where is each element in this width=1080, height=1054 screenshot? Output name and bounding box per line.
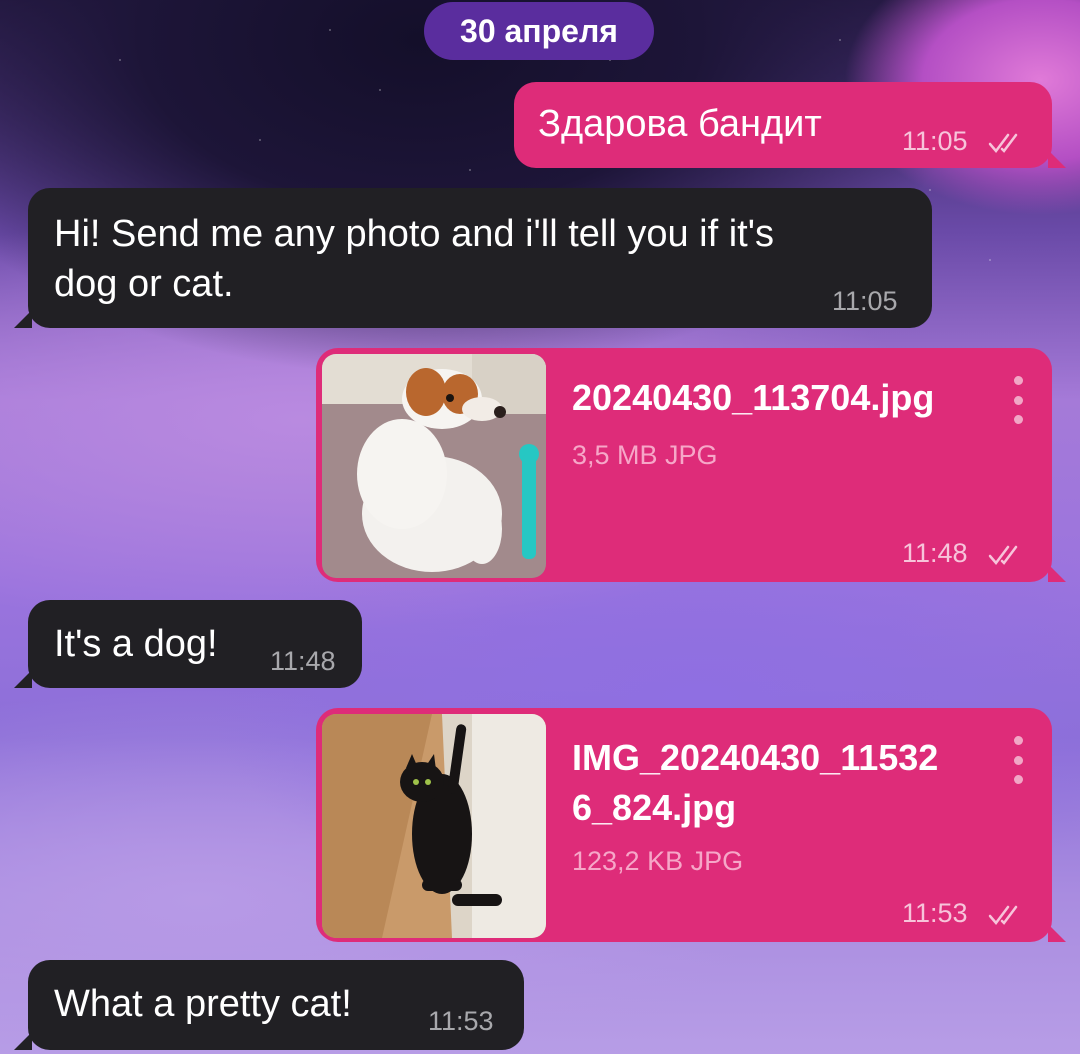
message-incoming[interactable]: What a pretty cat! 11:53	[14, 960, 524, 1050]
bubble-tail	[14, 670, 32, 688]
message-outgoing[interactable]: Здарова бандит 11:05	[514, 82, 1066, 168]
message-text-line: Hi! Send me any photo and i'll tell you …	[54, 213, 774, 255]
message-time: 11:48	[902, 538, 968, 568]
message-incoming[interactable]: It's a dog! 11:48	[14, 600, 362, 688]
message-text: Здарова бандит	[538, 103, 822, 145]
bubble-tail	[1048, 564, 1066, 582]
more-vertical-icon[interactable]	[1012, 376, 1024, 424]
message-time: 11:48	[270, 646, 336, 676]
double-check-icon	[988, 545, 1018, 565]
bubble-tail	[1048, 924, 1066, 942]
cat-photo-image	[322, 714, 546, 938]
cat-photo-thumbnail[interactable]	[322, 714, 546, 938]
message-outgoing-file[interactable]: 20240430_113704.jpg 3,5 MB JPG 11:48	[316, 348, 1066, 582]
message-time: 11:05	[832, 286, 898, 316]
file-name: 20240430_113704.jpg	[572, 377, 935, 418]
more-vertical-icon[interactable]	[1012, 736, 1024, 784]
bubble-tail	[14, 1032, 32, 1050]
file-name-line: IMG_20240430_11532	[572, 737, 939, 778]
file-name-line: 6_824.jpg	[572, 787, 737, 828]
bubble-tail	[14, 310, 32, 328]
message-incoming[interactable]: Hi! Send me any photo and i'll tell you …	[14, 188, 932, 328]
message-outgoing-file[interactable]: IMG_20240430_11532 6_824.jpg 123,2 KB JP…	[316, 708, 1066, 942]
file-size-type: 123,2 KB JPG	[572, 846, 744, 876]
message-text-line: dog or cat.	[54, 263, 234, 305]
message-time: 11:53	[902, 898, 968, 928]
message-text: What a pretty cat!	[54, 983, 352, 1025]
dog-photo-image	[322, 354, 546, 578]
double-check-icon	[988, 133, 1018, 153]
bubble-tail	[1048, 150, 1066, 168]
message-text: It's a dog!	[54, 623, 218, 665]
double-check-icon	[988, 905, 1018, 925]
message-time: 11:05	[902, 126, 968, 156]
file-size-type: 3,5 MB JPG	[572, 440, 718, 470]
dog-photo-thumbnail[interactable]	[322, 354, 546, 578]
message-time: 11:53	[428, 1006, 494, 1036]
date-separator: 30 апреля	[424, 2, 654, 60]
